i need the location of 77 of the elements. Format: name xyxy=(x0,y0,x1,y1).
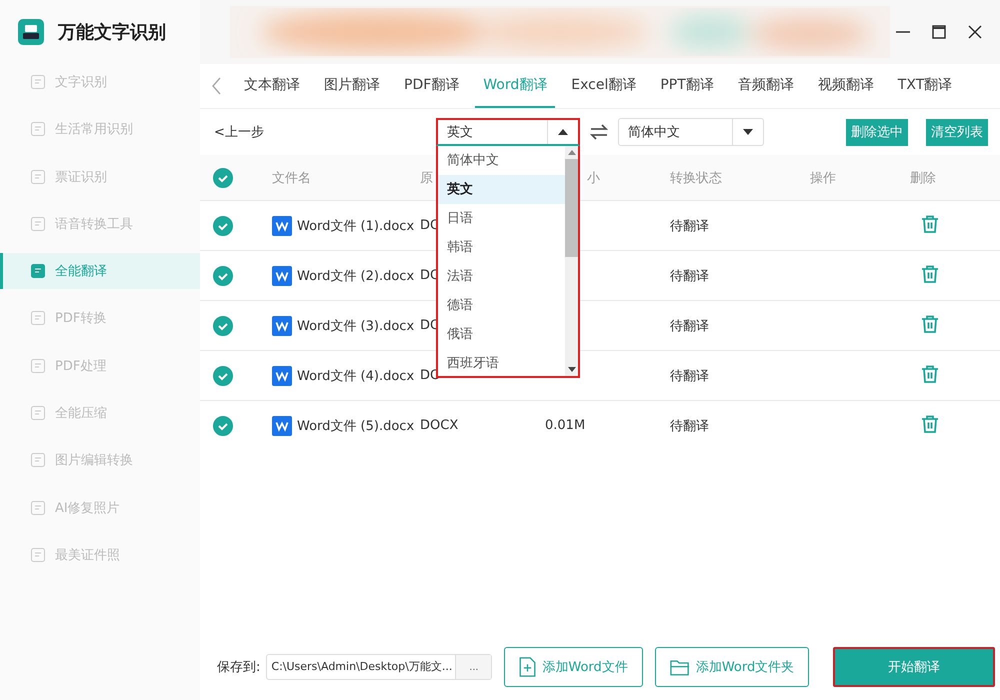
document-icon xyxy=(30,405,46,422)
document-icon xyxy=(30,168,46,185)
scrollbar[interactable] xyxy=(565,146,578,376)
file-plus-icon xyxy=(519,657,536,677)
word-file-icon xyxy=(272,416,292,436)
dropdown-option[interactable]: 法语 xyxy=(438,262,565,291)
caret-icon xyxy=(558,129,568,135)
back-link[interactable]: <上一步 xyxy=(214,123,436,141)
dropdown-option[interactable]: 韩语 xyxy=(438,233,565,262)
swap-icon[interactable] xyxy=(590,124,608,140)
check-icon[interactable] xyxy=(213,168,233,188)
word-file-icon xyxy=(272,216,292,236)
maximize-icon[interactable] xyxy=(932,25,946,39)
scroll-down-icon[interactable] xyxy=(568,367,576,372)
trash-icon[interactable] xyxy=(920,264,940,284)
tab[interactable]: TXT翻译 xyxy=(890,64,960,108)
source-language-select[interactable]: 英文 xyxy=(436,118,580,146)
file-name: Word文件 (5).docx xyxy=(297,418,414,434)
word-file-icon xyxy=(272,266,292,286)
trash-icon[interactable] xyxy=(920,414,940,434)
dropdown-option[interactable]: 德语 xyxy=(438,291,565,320)
app-logo-icon xyxy=(18,19,44,45)
folder-icon xyxy=(670,658,690,676)
document-icon xyxy=(30,546,46,563)
check-icon[interactable] xyxy=(213,266,233,286)
file-name: Word文件 (2).docx xyxy=(297,268,414,284)
word-file-icon xyxy=(272,366,292,386)
word-file-icon xyxy=(272,316,292,336)
tab[interactable]: 视频翻译 xyxy=(810,64,882,108)
file-name: Word文件 (4).docx xyxy=(297,368,414,384)
document-icon xyxy=(30,74,46,90)
dropdown-option[interactable]: 英文 xyxy=(438,175,565,204)
column-header: 操作 xyxy=(810,170,836,186)
table-cell: DOCX xyxy=(420,418,458,433)
trash-icon[interactable] xyxy=(920,314,940,334)
document-icon xyxy=(30,263,46,280)
document-icon xyxy=(30,121,46,138)
caret-icon xyxy=(743,129,753,135)
column-header: 小 xyxy=(587,170,600,186)
dropdown-option[interactable]: 西班牙语 xyxy=(438,349,565,376)
file-name: Word文件 (3).docx xyxy=(297,318,414,334)
dropdown-option[interactable]: 简体中文 xyxy=(438,146,565,175)
check-icon[interactable] xyxy=(213,366,233,386)
document-icon xyxy=(30,452,46,468)
tab[interactable]: PPT翻译 xyxy=(652,64,722,108)
close-icon[interactable] xyxy=(968,25,982,39)
table-cell: 待翻译 xyxy=(670,268,709,284)
file-name: Word文件 (1).docx xyxy=(297,218,414,234)
check-icon[interactable] xyxy=(213,216,233,236)
tab[interactable]: PDF翻译 xyxy=(396,64,468,108)
table-cell: 待翻译 xyxy=(670,218,709,234)
dropdown-option[interactable]: 日语 xyxy=(438,204,565,233)
column-header: 原 xyxy=(420,170,433,186)
column-header: 删除 xyxy=(910,170,936,186)
table-cell: 待翻译 xyxy=(670,418,709,434)
document-icon xyxy=(30,358,46,374)
check-icon[interactable] xyxy=(213,316,233,336)
dropdown-option[interactable]: 俄语 xyxy=(438,320,565,349)
save-label: 保存到: xyxy=(217,659,260,676)
table-cell: 0.01M xyxy=(545,418,586,433)
table-cell: 待翻译 xyxy=(670,318,709,334)
tab[interactable]: 音频翻译 xyxy=(730,64,802,108)
trash-icon[interactable] xyxy=(920,214,940,234)
column-header: 文件名 xyxy=(272,170,311,186)
document-icon xyxy=(30,310,46,326)
tab[interactable]: 图片翻译 xyxy=(316,64,388,108)
table-cell: 待翻译 xyxy=(670,368,709,384)
chevron-left-icon[interactable] xyxy=(212,77,222,95)
trash-icon[interactable] xyxy=(920,364,940,384)
target-language-select[interactable]: 简体中文 xyxy=(618,118,764,146)
column-header: 转换状态 xyxy=(670,170,722,186)
tab[interactable]: Excel翻译 xyxy=(563,64,644,108)
app-title: 万能文字识别 xyxy=(58,21,166,44)
document-icon xyxy=(30,500,46,516)
tab[interactable]: 文本翻译 xyxy=(236,64,308,108)
document-icon xyxy=(30,216,46,232)
check-icon[interactable] xyxy=(213,416,233,436)
